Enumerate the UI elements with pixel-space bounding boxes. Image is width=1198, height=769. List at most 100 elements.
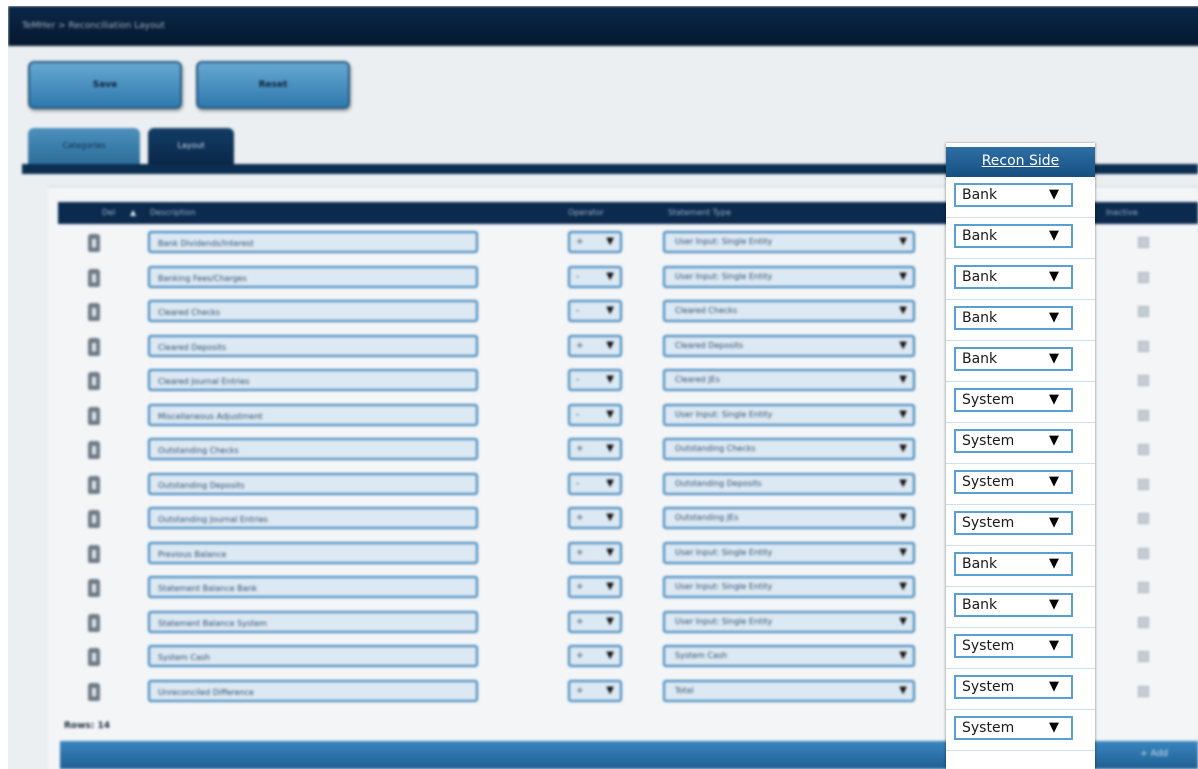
recon-side-select[interactable]: Bank ▼ xyxy=(954,306,1073,330)
description-input[interactable]: Cleared Deposits xyxy=(148,334,478,357)
recon-side-select[interactable]: System ▼ xyxy=(954,634,1073,658)
recon-side-select[interactable]: System ▼ xyxy=(954,511,1073,535)
trash-icon[interactable]: ▮ xyxy=(88,441,100,459)
description-input[interactable]: Banking Fees/Charges xyxy=(148,265,478,288)
statement-type-select[interactable]: User Input: Single Entity ▼ xyxy=(663,265,915,288)
recon-side-value: System xyxy=(962,720,1015,736)
col-statement-type[interactable]: Statement Type xyxy=(668,202,731,224)
trash-icon[interactable]: ▮ xyxy=(88,579,100,597)
statement-type-select[interactable]: User Input: Single Entity ▼ xyxy=(663,610,915,633)
description-input[interactable]: Outstanding Deposits xyxy=(148,472,478,495)
inactive-checkbox[interactable] xyxy=(1138,651,1149,662)
inactive-checkbox[interactable] xyxy=(1138,375,1149,386)
description-input[interactable]: Cleared Checks xyxy=(148,300,478,322)
operator-select[interactable]: - ▼ xyxy=(568,472,622,495)
recon-side-select[interactable]: Bank ▼ xyxy=(954,593,1073,617)
operator-value: - xyxy=(576,409,580,420)
operator-select[interactable]: + ▼ xyxy=(568,610,622,633)
description-input[interactable]: Bank Dividends/Interest xyxy=(148,231,478,253)
operator-select[interactable]: + ▼ xyxy=(568,541,622,564)
operator-select[interactable]: - ▼ xyxy=(568,265,622,288)
trash-icon[interactable]: ▮ xyxy=(88,544,100,563)
operator-select[interactable]: + ▼ xyxy=(568,576,622,598)
inactive-checkbox[interactable] xyxy=(1138,306,1149,317)
recon-side-select[interactable]: System ▼ xyxy=(954,675,1073,699)
col-description[interactable]: Description xyxy=(150,202,196,224)
recon-side-select[interactable]: Bank ▼ xyxy=(954,347,1073,371)
description-input[interactable]: Cleared Journal Entries xyxy=(148,369,478,391)
col-inactive[interactable]: Inactive xyxy=(1106,202,1138,224)
trash-icon[interactable]: ▮ xyxy=(88,613,100,632)
recon-side-select[interactable]: System ▼ xyxy=(954,429,1073,453)
trash-icon[interactable]: ▮ xyxy=(88,475,100,494)
description-input[interactable]: Statement Balance Bank xyxy=(148,576,478,598)
trash-icon[interactable]: ▮ xyxy=(88,406,100,425)
statement-type-select[interactable]: User Input: Single Entity ▼ xyxy=(663,403,915,426)
statement-type-select[interactable]: Cleared Checks ▼ xyxy=(663,300,915,322)
inactive-checkbox[interactable] xyxy=(1138,478,1149,490)
recon-side-select[interactable]: System ▼ xyxy=(954,388,1073,412)
inactive-checkbox[interactable] xyxy=(1138,271,1149,283)
recon-side-value: Bank xyxy=(962,269,998,285)
recon-side-select[interactable]: Bank ▼ xyxy=(954,265,1073,289)
operator-select[interactable]: - ▼ xyxy=(568,300,622,322)
description-input[interactable]: Outstanding Journal Entries xyxy=(148,507,478,529)
col-operator[interactable]: Operator xyxy=(568,202,604,224)
trash-icon[interactable]: ▮ xyxy=(88,268,100,287)
inactive-checkbox[interactable] xyxy=(1138,582,1149,593)
inactive-checkbox[interactable] xyxy=(1138,444,1149,455)
operator-select[interactable]: + ▼ xyxy=(568,645,622,667)
trash-icon[interactable]: ▮ xyxy=(88,648,100,666)
operator-select[interactable]: - ▼ xyxy=(568,369,622,391)
description-input[interactable]: Statement Balance System xyxy=(148,610,478,633)
add-link[interactable]: + Add xyxy=(1140,749,1168,759)
save-button[interactable]: Save xyxy=(28,61,182,109)
inactive-checkbox[interactable] xyxy=(1138,409,1149,421)
statement-type-select[interactable]: User Input: Single Entity ▼ xyxy=(663,576,915,598)
operator-select[interactable]: + ▼ xyxy=(568,507,622,529)
trash-icon[interactable]: ▮ xyxy=(88,303,100,321)
description-input[interactable]: Previous Balance xyxy=(148,541,478,564)
statement-type-select[interactable]: Cleared JEs ▼ xyxy=(663,369,915,391)
statement-type-select[interactable]: Outstanding JEs ▼ xyxy=(663,507,915,529)
trash-icon[interactable]: ▮ xyxy=(88,682,100,701)
inactive-checkbox[interactable] xyxy=(1138,547,1149,559)
trash-icon[interactable]: ▮ xyxy=(88,510,100,528)
recon-side-select[interactable]: System ▼ xyxy=(954,470,1073,494)
description-input[interactable]: Unreconciled Difference xyxy=(148,679,478,702)
description-input[interactable]: Outstanding Checks xyxy=(148,438,478,460)
description-input[interactable]: Miscellaneous Adjustment xyxy=(148,403,478,426)
inactive-checkbox[interactable] xyxy=(1138,616,1149,628)
operator-select[interactable]: + ▼ xyxy=(568,334,622,357)
inactive-checkbox[interactable] xyxy=(1138,685,1149,697)
statement-type-select[interactable]: Cleared Deposits ▼ xyxy=(663,334,915,357)
trash-icon[interactable]: ▮ xyxy=(88,372,100,390)
operator-select[interactable]: + ▼ xyxy=(568,679,622,702)
statement-type-select[interactable]: Total ▼ xyxy=(663,679,915,702)
sort-icon[interactable]: ▲ xyxy=(130,202,136,224)
dropdown-arrow-icon: ▼ xyxy=(606,443,614,454)
recon-side-select[interactable]: Bank ▼ xyxy=(954,183,1073,207)
tab-categories[interactable]: Categories xyxy=(28,128,140,164)
statement-type-select[interactable]: System Cash ▼ xyxy=(663,645,915,667)
trash-icon[interactable]: ▮ xyxy=(88,234,100,252)
inactive-checkbox[interactable] xyxy=(1138,340,1149,352)
statement-type-select[interactable]: Outstanding Deposits ▼ xyxy=(663,472,915,495)
reset-button[interactable]: Reset xyxy=(196,61,350,109)
inactive-checkbox[interactable] xyxy=(1138,237,1149,248)
statement-type-select[interactable]: User Input: Single Entity ▼ xyxy=(663,231,915,253)
inactive-checkbox[interactable] xyxy=(1138,513,1149,524)
tab-layout[interactable]: Layout xyxy=(148,128,234,164)
recon-side-header-label[interactable]: Recon Side xyxy=(982,153,1060,169)
operator-select[interactable]: + ▼ xyxy=(568,438,622,460)
trash-icon[interactable]: ▮ xyxy=(88,337,100,356)
recon-side-select[interactable]: Bank ▼ xyxy=(954,552,1073,576)
recon-side-select[interactable]: Bank ▼ xyxy=(954,224,1073,248)
description-input[interactable]: System Cash xyxy=(148,645,478,667)
operator-select[interactable]: + ▼ xyxy=(568,231,622,253)
col-del[interactable]: Del xyxy=(102,202,115,224)
recon-side-select[interactable]: System ▼ xyxy=(954,716,1073,740)
operator-select[interactable]: - ▼ xyxy=(568,403,622,426)
statement-type-select[interactable]: User Input: Single Entity ▼ xyxy=(663,541,915,564)
statement-type-select[interactable]: Outstanding Checks ▼ xyxy=(663,438,915,460)
